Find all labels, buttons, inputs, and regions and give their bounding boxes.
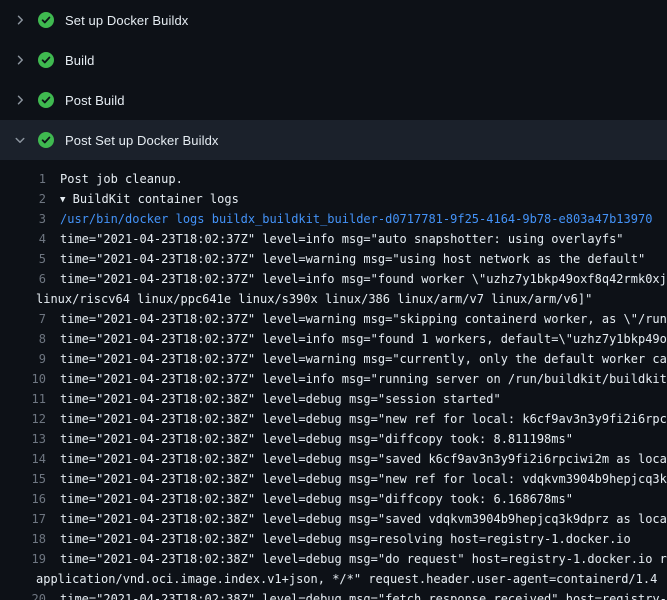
log-line-text: time="2021-04-23T18:02:37Z" level=warnin…	[60, 352, 667, 366]
log-line: 2 ▼ BuildKit container logs	[0, 189, 667, 209]
log-line-continuation: application/vnd.oci.image.index.v1+json,…	[0, 569, 667, 589]
step-header-post-set-up-docker-buildx[interactable]: Post Set up Docker Buildx	[0, 120, 667, 160]
step-title: Post Set up Docker Buildx	[65, 133, 219, 148]
log-line: 8 time="2021-04-23T18:02:37Z" level=info …	[0, 329, 667, 349]
log-line-number[interactable]: 16	[0, 489, 46, 509]
log-line: 9 time="2021-04-23T18:02:37Z" level=warni…	[0, 349, 667, 369]
log-command-text: /usr/bin/docker logs buildx_buildkit_bui…	[60, 212, 652, 226]
triangle-down-icon[interactable]: ▼	[60, 190, 65, 210]
log-line-number[interactable]: 2	[0, 189, 46, 209]
log-line: 3/usr/bin/docker logs buildx_buildkit_bu…	[0, 209, 667, 229]
log-line-number[interactable]: 19	[0, 549, 46, 569]
log-line-text: time="2021-04-23T18:02:38Z" level=debug …	[60, 452, 667, 466]
log-line: 1 Post job cleanup.	[0, 169, 667, 189]
chevron-down-icon[interactable]	[12, 132, 28, 148]
log-line-text: time="2021-04-23T18:02:37Z" level=warnin…	[60, 252, 645, 266]
log-line-number[interactable]: 7	[0, 309, 46, 329]
step-header-post-build[interactable]: Post Build	[0, 80, 667, 120]
log-line: 14 time="2021-04-23T18:02:38Z" level=debu…	[0, 449, 667, 469]
log-line-number[interactable]: 9	[0, 349, 46, 369]
log-line: 10 time="2021-04-23T18:02:37Z" level=info…	[0, 369, 667, 389]
log-line-number[interactable]: 1	[0, 169, 46, 189]
log-line: 6 time="2021-04-23T18:02:37Z" level=info …	[0, 269, 667, 289]
log-line: 19 time="2021-04-23T18:02:38Z" level=debu…	[0, 549, 667, 569]
log-line-number[interactable]: 18	[0, 529, 46, 549]
log-line-number[interactable]: 6	[0, 269, 46, 289]
log-line-number[interactable]: 10	[0, 369, 46, 389]
log-view: 1 Post job cleanup. 2 ▼ BuildKit container …	[0, 160, 667, 600]
actions-log-viewer: Set up Docker Buildx Build Post Build	[0, 0, 667, 600]
log-line-continuation: linux/riscv64 linux/ppc641e linux/s390x …	[0, 289, 667, 309]
log-line: 7 time="2021-04-23T18:02:37Z" level=warni…	[0, 309, 667, 329]
log-line-text: ▼ BuildKit container logs	[60, 192, 239, 206]
log-line-text: time="2021-04-23T18:02:37Z" level=warnin…	[60, 312, 667, 326]
log-line: 16 time="2021-04-23T18:02:38Z" level=debu…	[0, 489, 667, 509]
log-line-text: time="2021-04-23T18:02:37Z" level=info m…	[60, 372, 667, 386]
log-line: 5 time="2021-04-23T18:02:37Z" level=warni…	[0, 249, 667, 269]
log-line-text: time="2021-04-23T18:02:38Z" level=debug …	[60, 592, 667, 600]
log-line-number[interactable]: 3	[0, 209, 46, 229]
log-line-text: time="2021-04-23T18:02:37Z" level=info m…	[60, 332, 667, 346]
log-line: 17 time="2021-04-23T18:02:38Z" level=debu…	[0, 509, 667, 529]
step-title: Post Build	[65, 93, 125, 108]
log-line-text: time="2021-04-23T18:02:38Z" level=debug …	[60, 532, 631, 546]
log-line-number[interactable]: 14	[0, 449, 46, 469]
log-line-number[interactable]: 12	[0, 409, 46, 429]
log-line-text: Post job cleanup.	[60, 172, 183, 186]
log-line-number[interactable]: 15	[0, 469, 46, 489]
log-line-text: linux/riscv64 linux/ppc641e linux/s390x …	[36, 292, 592, 306]
log-line: 12 time="2021-04-23T18:02:38Z" level=debu…	[0, 409, 667, 429]
log-line-text: time="2021-04-23T18:02:38Z" level=debug …	[60, 412, 667, 426]
step-title: Set up Docker Buildx	[65, 13, 188, 28]
log-line-text: application/vnd.oci.image.index.v1+json,…	[36, 572, 657, 586]
log-line: 4 time="2021-04-23T18:02:37Z" level=info …	[0, 229, 667, 249]
check-circle-icon	[38, 132, 54, 148]
check-circle-icon	[38, 52, 54, 68]
log-line-number[interactable]: 8	[0, 329, 46, 349]
log-line-number[interactable]: 5	[0, 249, 46, 269]
log-line: 11 time="2021-04-23T18:02:38Z" level=debu…	[0, 389, 667, 409]
log-line: 20 time="2021-04-23T18:02:38Z" level=debu…	[0, 589, 667, 600]
chevron-right-icon[interactable]	[12, 52, 28, 68]
log-line-text: time="2021-04-23T18:02:38Z" level=debug …	[60, 492, 573, 506]
log-line-text: time="2021-04-23T18:02:37Z" level=info m…	[60, 232, 624, 246]
log-line-text: time="2021-04-23T18:02:38Z" level=debug …	[60, 552, 667, 566]
log-line-text: time="2021-04-23T18:02:38Z" level=debug …	[60, 392, 501, 406]
log-line-number[interactable]: 20	[0, 589, 46, 600]
log-line: 18 time="2021-04-23T18:02:38Z" level=debu…	[0, 529, 667, 549]
log-line: 15 time="2021-04-23T18:02:38Z" level=debu…	[0, 469, 667, 489]
log-line-number[interactable]: 17	[0, 509, 46, 529]
log-line-number[interactable]: 4	[0, 229, 46, 249]
log-line-number[interactable]: 11	[0, 389, 46, 409]
chevron-right-icon[interactable]	[12, 92, 28, 108]
log-line-number[interactable]: 13	[0, 429, 46, 449]
log-line-text: time="2021-04-23T18:02:38Z" level=debug …	[60, 472, 667, 486]
step-header-set-up-docker-buildx[interactable]: Set up Docker Buildx	[0, 0, 667, 40]
steps-list: Set up Docker Buildx Build Post Build	[0, 0, 667, 160]
step-title: Build	[65, 53, 94, 68]
check-circle-icon	[38, 92, 54, 108]
log-line-text: time="2021-04-23T18:02:38Z" level=debug …	[60, 432, 573, 446]
log-line: 13 time="2021-04-23T18:02:38Z" level=debu…	[0, 429, 667, 449]
step-header-build[interactable]: Build	[0, 40, 667, 80]
check-circle-icon	[38, 12, 54, 28]
log-line-text: time="2021-04-23T18:02:37Z" level=info m…	[60, 272, 667, 286]
log-line-text: time="2021-04-23T18:02:38Z" level=debug …	[60, 512, 667, 526]
chevron-right-icon[interactable]	[12, 12, 28, 28]
